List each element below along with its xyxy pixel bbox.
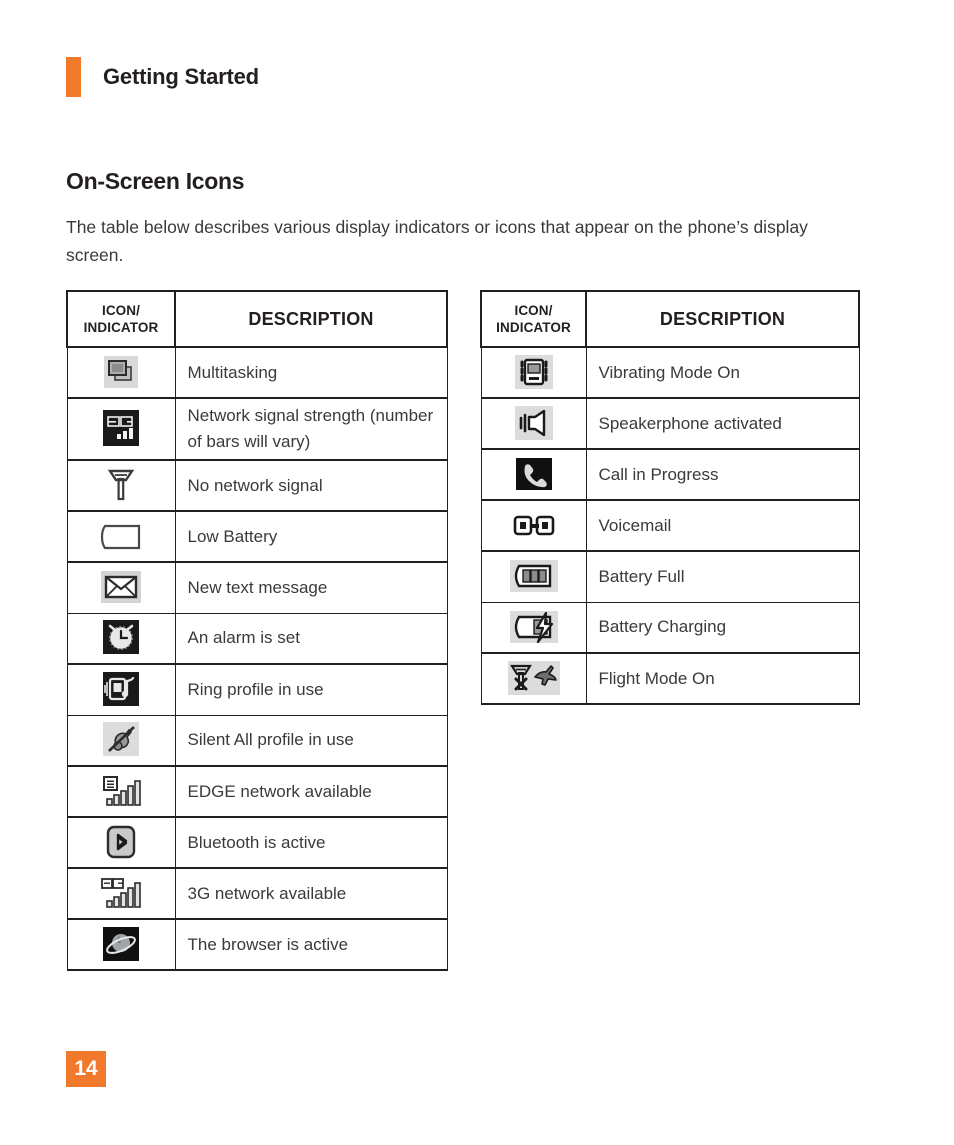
icon-cell — [66, 561, 176, 614]
icon-header-line1: ICON/ — [101, 303, 140, 318]
table-row: Network signal strength (number of bars … — [66, 397, 448, 461]
description-cell: Silent All profile in use — [174, 714, 448, 767]
icon-cell — [66, 765, 176, 818]
column-header-icon: ICON/ INDICATOR — [480, 290, 587, 348]
page-title: Getting Started — [103, 64, 259, 89]
description-cell: Battery Charging — [585, 601, 860, 654]
on-screen-icons-table-right: ICON/ INDICATOR DESCRIPTION Vibrating Mo… — [480, 290, 860, 705]
table-row: The browser is active — [66, 918, 448, 971]
manual-page: Getting Started On-Screen Icons The tabl… — [0, 0, 954, 1145]
table-row: Vibrating Mode On — [480, 346, 860, 399]
description-cell: Battery Full — [585, 550, 860, 603]
description-cell: Vibrating Mode On — [585, 346, 860, 399]
icon-header-line2: INDICATOR — [496, 320, 571, 335]
description-cell: EDGE network available — [174, 765, 448, 818]
header-accent-bar — [66, 57, 81, 97]
table-row: New text message — [66, 561, 448, 614]
table-row: Flight Mode On — [480, 652, 860, 705]
icon-cell — [480, 550, 587, 603]
description-cell: Bluetooth is active — [174, 816, 448, 869]
description-cell: An alarm is set — [174, 612, 448, 665]
description-cell: 3G network available — [174, 867, 448, 920]
bluetooth-icon — [100, 822, 142, 862]
browser-active-icon — [100, 924, 142, 964]
description-cell: New text message — [174, 561, 448, 614]
ring-profile-icon — [100, 669, 142, 709]
on-screen-icons-table-left: ICON/ INDICATOR DESCRIPTION Multitasking… — [66, 290, 448, 971]
icon-cell — [66, 816, 176, 869]
icon-cell — [480, 346, 587, 399]
description-cell: Voicemail — [585, 499, 860, 552]
column-header-description: DESCRIPTION — [585, 290, 860, 348]
icon-cell — [66, 459, 176, 512]
table-row: No network signal — [66, 459, 448, 512]
icon-cell — [66, 714, 176, 767]
description-cell: Flight Mode On — [585, 652, 860, 705]
voicemail-icon — [506, 506, 562, 546]
table-row: Low Battery — [66, 510, 448, 563]
table-row: Battery Charging — [480, 601, 860, 654]
icon-cell — [480, 397, 587, 450]
multitasking-icon — [100, 352, 142, 392]
column-header-icon: ICON/ INDICATOR — [66, 290, 176, 348]
table-header-row: ICON/ INDICATOR DESCRIPTION — [480, 290, 860, 348]
table-row: Speakerphone activated — [480, 397, 860, 450]
silent-all-profile-icon — [100, 719, 142, 759]
icon-header-line2: INDICATOR — [83, 320, 159, 335]
table-row: EDGE network available — [66, 765, 448, 818]
icon-cell — [480, 652, 587, 705]
icon-cell — [66, 663, 176, 716]
running-header: Getting Started — [66, 57, 259, 97]
icon-cell — [480, 448, 587, 501]
new-text-message-icon — [100, 567, 142, 607]
icon-cell — [66, 397, 176, 461]
table-row: Bluetooth is active — [66, 816, 448, 869]
icon-cell — [66, 867, 176, 920]
table-row: Battery Full — [480, 550, 860, 603]
icon-cell — [66, 612, 176, 665]
alarm-clock-icon — [100, 617, 142, 657]
section-intro-text: The table below describes various displa… — [66, 217, 808, 265]
icon-header-line1: ICON/ — [514, 303, 553, 318]
table-row: 3G network available — [66, 867, 448, 920]
table-row: Multitasking — [66, 346, 448, 399]
description-cell: The browser is active — [174, 918, 448, 971]
icon-cell — [480, 601, 587, 654]
3g-network-available-icon — [93, 873, 149, 913]
description-cell: Network signal strength (number of bars … — [174, 397, 448, 461]
icon-cell — [480, 499, 587, 552]
description-cell: Speakerphone activated — [585, 397, 860, 450]
icon-cell — [66, 918, 176, 971]
table-row: An alarm is set — [66, 612, 448, 665]
icon-cell — [66, 346, 176, 399]
battery-full-icon — [506, 556, 562, 596]
3g-signal-strength-icon — [100, 408, 142, 448]
description-cell: Call in Progress — [585, 448, 860, 501]
no-network-signal-icon — [100, 464, 142, 504]
table-row: Silent All profile in use — [66, 714, 448, 767]
description-cell: Multitasking — [174, 346, 448, 399]
table-header-row: ICON/ INDICATOR DESCRIPTION — [66, 290, 448, 348]
icon-cell — [66, 510, 176, 563]
description-cell: Ring profile in use — [174, 663, 448, 716]
table-row: Call in Progress — [480, 448, 860, 501]
table-row: Ring profile in use — [66, 663, 448, 716]
vibrating-mode-icon — [513, 352, 555, 392]
speakerphone-icon — [513, 403, 555, 443]
description-cell: Low Battery — [174, 510, 448, 563]
section-heading: On-Screen Icons — [66, 168, 245, 194]
page-number-badge: 14 — [66, 1051, 106, 1087]
column-header-description: DESCRIPTION — [174, 290, 448, 348]
edge-network-icon — [93, 771, 149, 811]
low-battery-icon — [93, 517, 149, 557]
flight-mode-icon — [506, 658, 562, 698]
table-row: Voicemail — [480, 499, 860, 552]
call-in-progress-icon — [513, 454, 555, 494]
description-cell: No network signal — [174, 459, 448, 512]
battery-charging-icon — [506, 607, 562, 647]
